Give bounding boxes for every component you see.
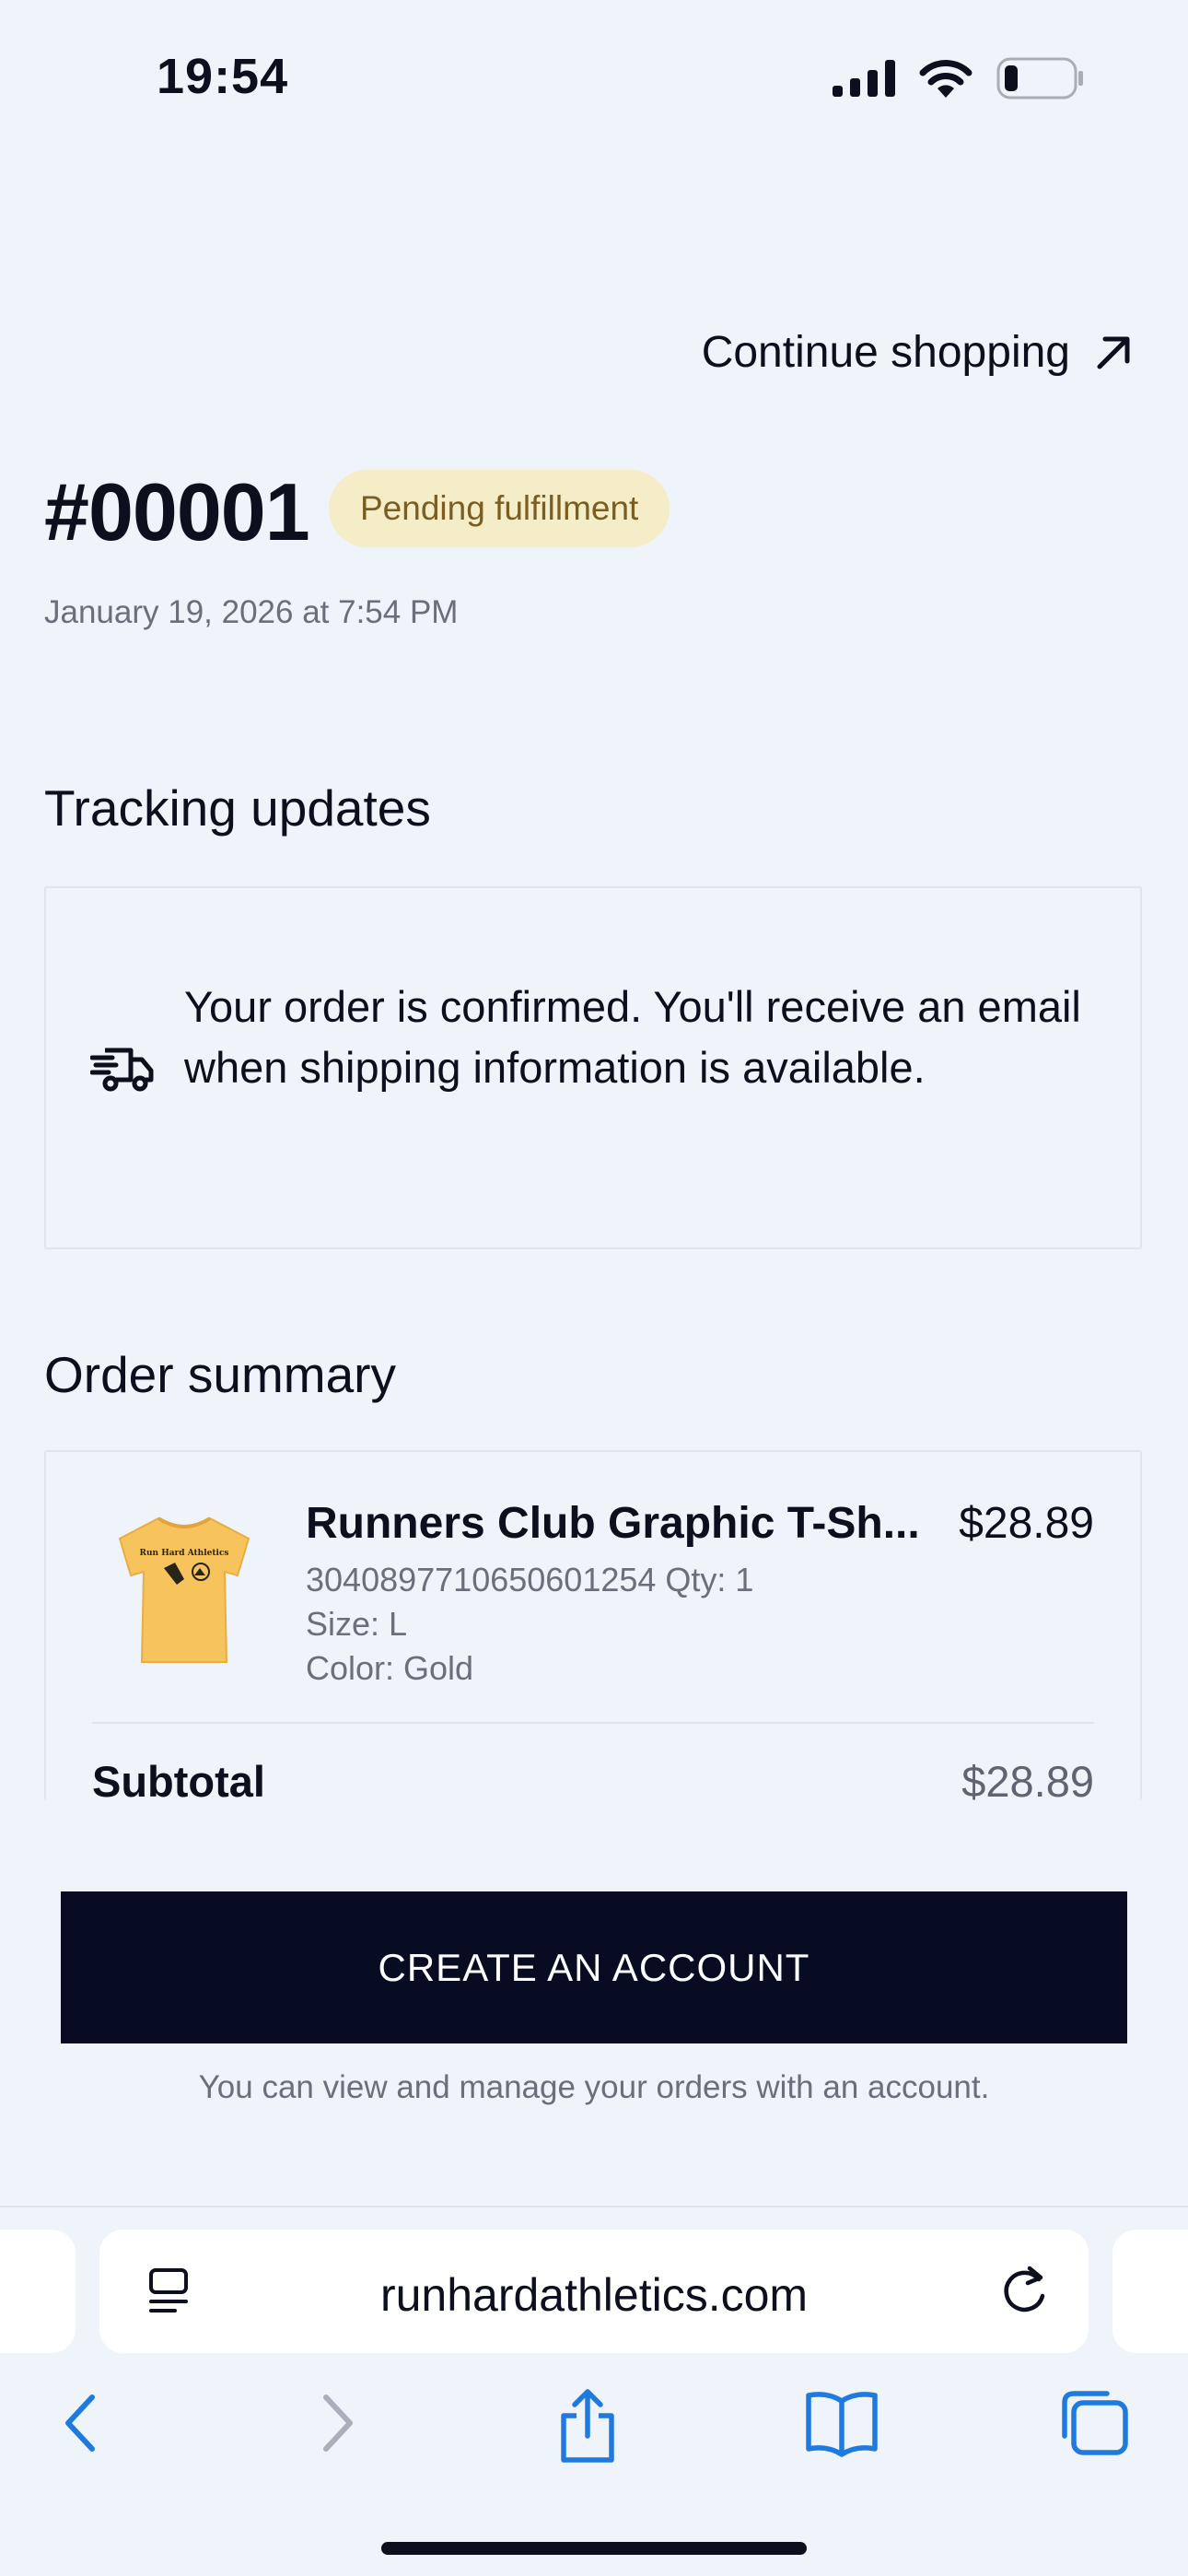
arrow-up-right-icon xyxy=(1097,336,1130,369)
subtotal-label: Subtotal xyxy=(92,1757,265,1800)
tracking-message: Your order is confirmed. You'll receive … xyxy=(184,982,1081,1092)
continue-shopping-link[interactable]: Continue shopping xyxy=(702,327,1133,378)
browser-divider xyxy=(0,2206,1188,2207)
reload-icon[interactable] xyxy=(998,2263,1052,2318)
share-icon[interactable] xyxy=(554,2388,621,2464)
back-icon[interactable] xyxy=(55,2388,105,2458)
tracking-section-title: Tracking updates xyxy=(44,779,431,837)
shirt-print-text: Run Hard Athletics xyxy=(140,1549,229,1558)
truck-icon xyxy=(90,1048,154,1092)
product-sku-qty: 3040897710650601254 Qty: 1 xyxy=(306,1561,754,1598)
previous-tab-peek[interactable] xyxy=(0,2230,76,2353)
signal-icon xyxy=(833,60,895,97)
status-time: 19:54 xyxy=(157,49,289,104)
continue-shopping-label: Continue shopping xyxy=(701,328,1070,377)
order-date: January 19, 2026 at 7:54 PM xyxy=(44,594,459,630)
product-image: Run Hard Athletics xyxy=(118,1516,250,1663)
next-tab-peek[interactable] xyxy=(1112,2230,1188,2353)
order-summary-card: Run Hard Athletics Runners Club Graphic … xyxy=(44,1450,1142,1800)
order-summary-title: Order summary xyxy=(44,1346,396,1403)
create-account-button[interactable]: CREATE AN ACCOUNT xyxy=(61,1891,1127,2043)
wifi-icon xyxy=(919,60,973,98)
url-text[interactable]: runhardathletics.com xyxy=(99,2268,1089,2322)
address-bar[interactable]: runhardathletics.com xyxy=(99,2230,1089,2353)
status-icons xyxy=(833,57,1085,100)
create-account-note: You can view and manage your orders with… xyxy=(198,2069,990,2105)
battery-icon xyxy=(996,57,1083,100)
product-color: Color: Gold xyxy=(306,1649,474,1687)
tracking-card: Your order is confirmed. You'll receive … xyxy=(44,886,1142,1249)
product-name[interactable]: Runners Club Graphic T-Sh... xyxy=(306,1498,950,1549)
tabs-icon[interactable] xyxy=(1057,2388,1131,2458)
bookmarks-icon[interactable] xyxy=(803,2388,880,2458)
subtotal-value: $28.89 xyxy=(961,1757,1094,1800)
forward-icon[interactable] xyxy=(313,2388,363,2458)
home-indicator xyxy=(381,2542,807,2555)
product-price: $28.89 xyxy=(959,1499,1094,1548)
product-size: Size: L xyxy=(306,1605,408,1643)
divider xyxy=(92,1722,1094,1724)
order-number: #00001 xyxy=(44,466,310,557)
status-badge: Pending fulfillment xyxy=(329,470,670,547)
